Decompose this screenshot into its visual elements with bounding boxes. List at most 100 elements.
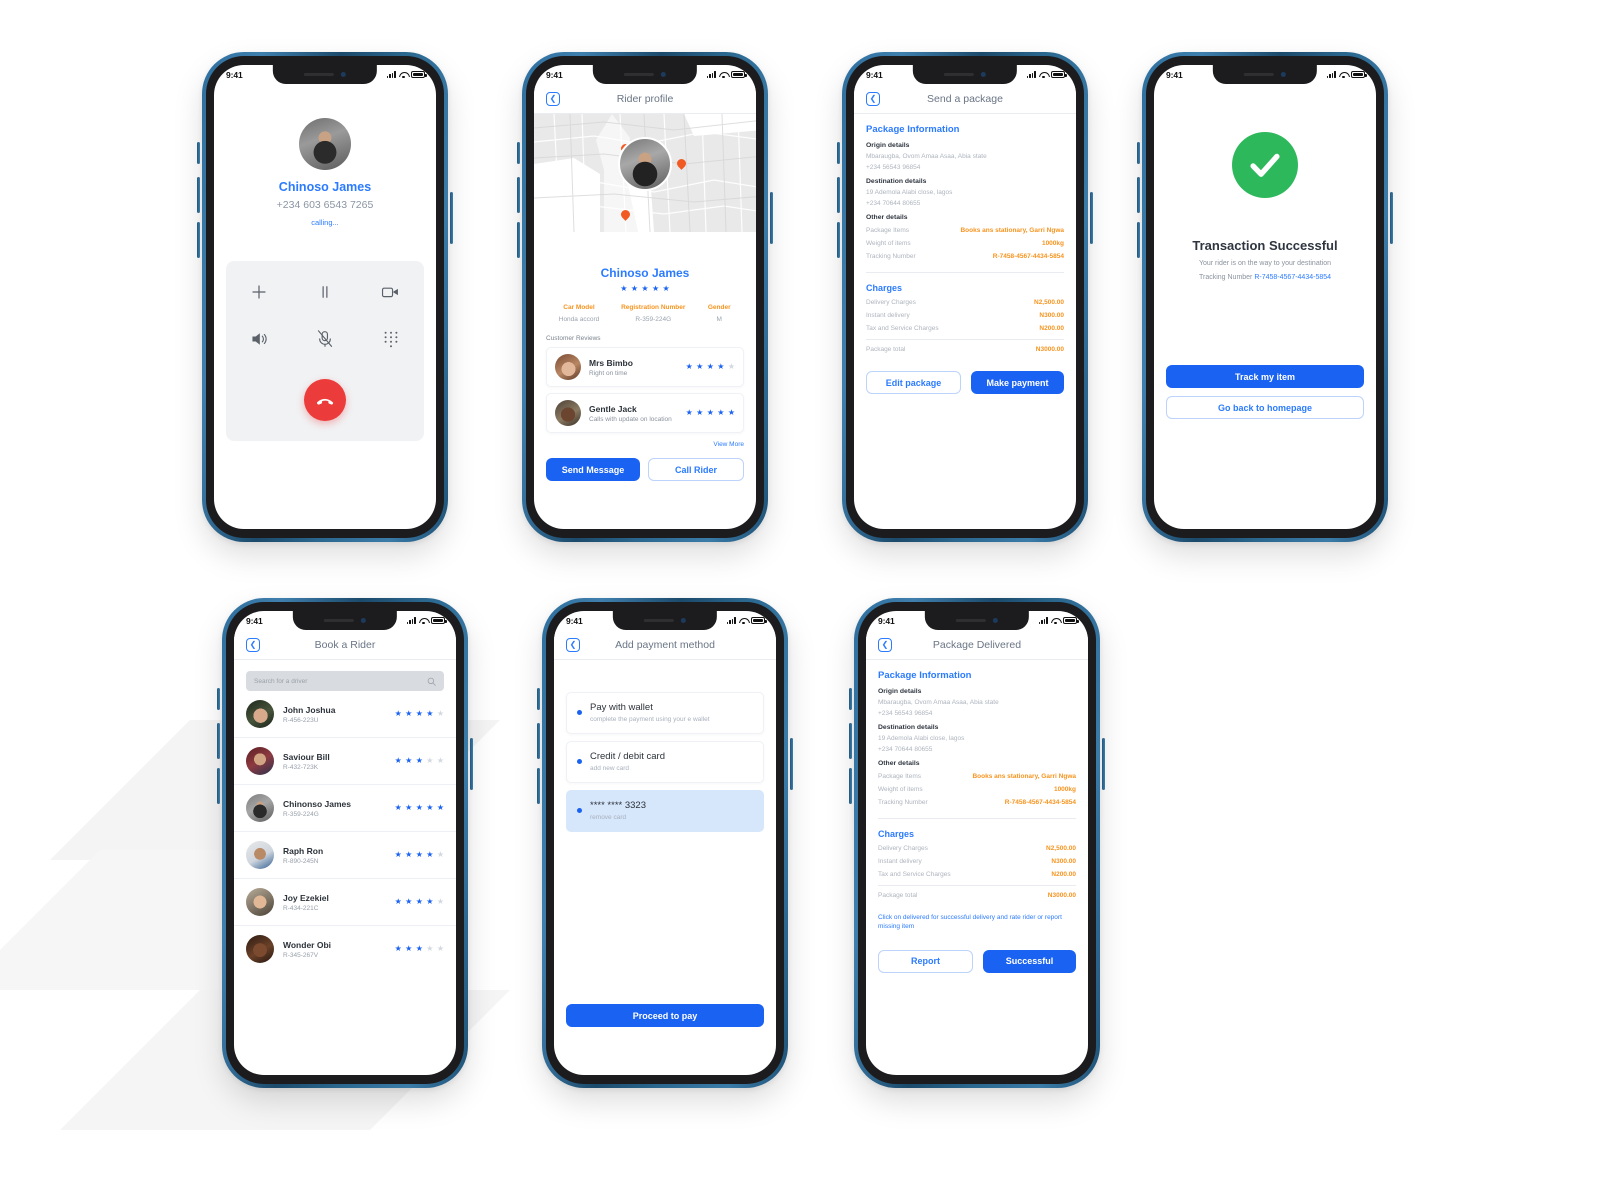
charge-key: Tax and Service Charges [878,871,951,878]
edit-package-button[interactable]: Edit package [866,371,961,394]
star-icon: ★ [415,897,423,906]
list-item[interactable]: Chinonso James R-359-224G ★ ★ ★ ★ ★ [234,785,456,832]
method-title: Pay with wallet [590,702,653,713]
app-header: ❮ Send a package [854,84,1076,114]
charge-value: N200.00 [1039,325,1064,332]
detail-key: Tracking Number [878,799,928,806]
origin-address: Mbaraugba, Ovom Amaa Asaa, Abia state [878,699,999,706]
caller-avatar [299,118,351,170]
star-icon: ★ [426,803,434,812]
star-icon: ★ [394,944,402,953]
tracking-label: Tracking Number [1198,274,1255,281]
call-rider-button[interactable]: Call Rider [648,458,744,481]
cellular-signal-icon [406,617,416,624]
phone-package-delivered: 9:41 ❮ Package Delivered Package Informa… [849,598,1105,1088]
rider-rating: ★ ★ ★ ★ ★ [395,804,444,812]
star-icon: ★ [436,897,444,906]
wifi-icon [1339,71,1348,78]
radio-icon[interactable] [577,710,582,715]
detail-value: 1000kg [1053,786,1076,793]
back-button[interactable]: ❮ [566,637,580,652]
list-item[interactable]: Wonder Obi R-345-267V ★ ★ ★ ★ ★ [234,926,456,972]
radio-icon[interactable] [577,808,582,813]
back-button[interactable]: ❮ [878,637,892,652]
list-item[interactable]: Saviour Bill R-432-723K ★ ★ ★ ★ ★ [234,738,456,785]
phone-add-payment: 9:41 ❮ Add payment method Pay with walle… [537,598,793,1088]
caller-name: Chinoso James [278,180,372,194]
status-time: 9:41 [246,615,263,626]
status-bar: 9:41 [534,65,756,84]
proceed-to-pay-button[interactable]: Proceed to pay [566,1004,764,1027]
report-button[interactable]: Report [878,949,973,973]
review-item[interactable]: Mrs Bimbo Right on time ★ ★ ★ ★ ★ [546,347,744,387]
charge-value: N300.00 [1051,858,1076,865]
status-bar: 9:41 [214,65,436,84]
charges-title: Charges [878,829,915,839]
total-row: Package total N3000.00 [878,892,1076,899]
star-icon: ★ [436,709,444,718]
star-icon: ★ [727,408,735,417]
go-home-button[interactable]: Go back to homepage [1166,396,1364,419]
status-bar: 9:41 [866,611,1088,630]
send-message-button[interactable]: Send Message [546,458,640,481]
star-icon: ★ [415,850,423,859]
list-item[interactable]: Raph Ron R-890-245N ★ ★ ★ ★ ★ [234,832,456,879]
add-call-button[interactable] [226,283,292,301]
list-item[interactable]: Joy Ezekiel R-434-221C ★ ★ ★ ★ ★ [234,879,456,926]
search-input[interactable]: Search for a driver [246,671,444,691]
video-call-button[interactable] [358,283,424,301]
detail-key: Package Items [866,227,909,234]
origin-address: Mbaraugba, Ovom Amaa Asaa, Abia state [866,153,987,160]
make-payment-button[interactable]: Make payment [971,371,1064,394]
keypad-button[interactable] [358,329,424,349]
section-title: Package Information [866,124,960,135]
wifi-icon [1039,71,1048,78]
successful-button[interactable]: Successful [983,949,1076,973]
rider-name: Raph Ron [283,845,324,856]
radio-icon[interactable] [577,759,582,764]
rider-id: R-890-245N [283,857,319,865]
package-information-section: Package Information Origin details Mbara… [866,660,1088,973]
speaker-button[interactable] [226,329,292,349]
charge-row: Tax and Service Charges N200.00 [866,325,1064,332]
battery-icon [431,617,447,624]
star-icon: ★ [426,897,434,906]
rider-avatar [246,700,274,728]
phone-transaction-success: 9:41 Transaction Successful Your rider i… [1137,52,1393,542]
rider-name: Saviour Bill [283,751,330,762]
payment-method-wallet[interactable]: Pay with wallet complete the payment usi… [566,692,764,734]
page-title: Add payment method [615,638,715,651]
payment-method-card[interactable]: Credit / debit card add new card [566,741,764,783]
back-button[interactable]: ❮ [866,91,880,106]
caller-phone: +234 603 6543 7265 [276,199,374,211]
rider-avatar [246,794,274,822]
detail-row: Weight of items 1000kg [878,786,1076,793]
detail-value: R-7458-4567-4434-5854 [992,253,1064,260]
payment-method-saved-card[interactable]: **** **** 3323 remove card [566,790,764,832]
destination-label: Destination details [878,724,939,731]
charge-row: Instant delivery N300.00 [878,858,1076,865]
reviews-header: Customer Reviews [546,335,601,342]
list-item[interactable]: John Joshua R-456-223U ★ ★ ★ ★ ★ [234,691,456,738]
phone-send-package: 9:41 ❮ Send a package Package Informatio… [837,52,1093,542]
star-icon: ★ [394,709,402,718]
phone-hangup-icon [316,398,334,405]
delivery-action-bar: Report Successful [878,949,1076,973]
end-call-button[interactable] [304,379,346,421]
map-pin[interactable] [621,210,630,222]
status-time: 9:41 [226,69,243,80]
method-subtitle: add new card [590,765,630,772]
back-button[interactable]: ❮ [546,91,560,106]
view-more-link[interactable]: View More [534,439,756,448]
hold-call-button[interactable] [292,283,358,301]
mute-button[interactable] [292,329,358,349]
review-item[interactable]: Gentle Jack Calls with update on locatio… [546,393,744,433]
wifi-icon [399,71,408,78]
rider-name: Joy Ezekiel [283,892,329,903]
map-pin[interactable] [677,159,686,171]
search-icon [427,677,436,686]
back-button[interactable]: ❮ [246,637,260,652]
track-item-button[interactable]: Track my item [1166,365,1364,388]
status-bar: 9:41 [1154,65,1376,84]
rider-avatar [618,137,672,191]
